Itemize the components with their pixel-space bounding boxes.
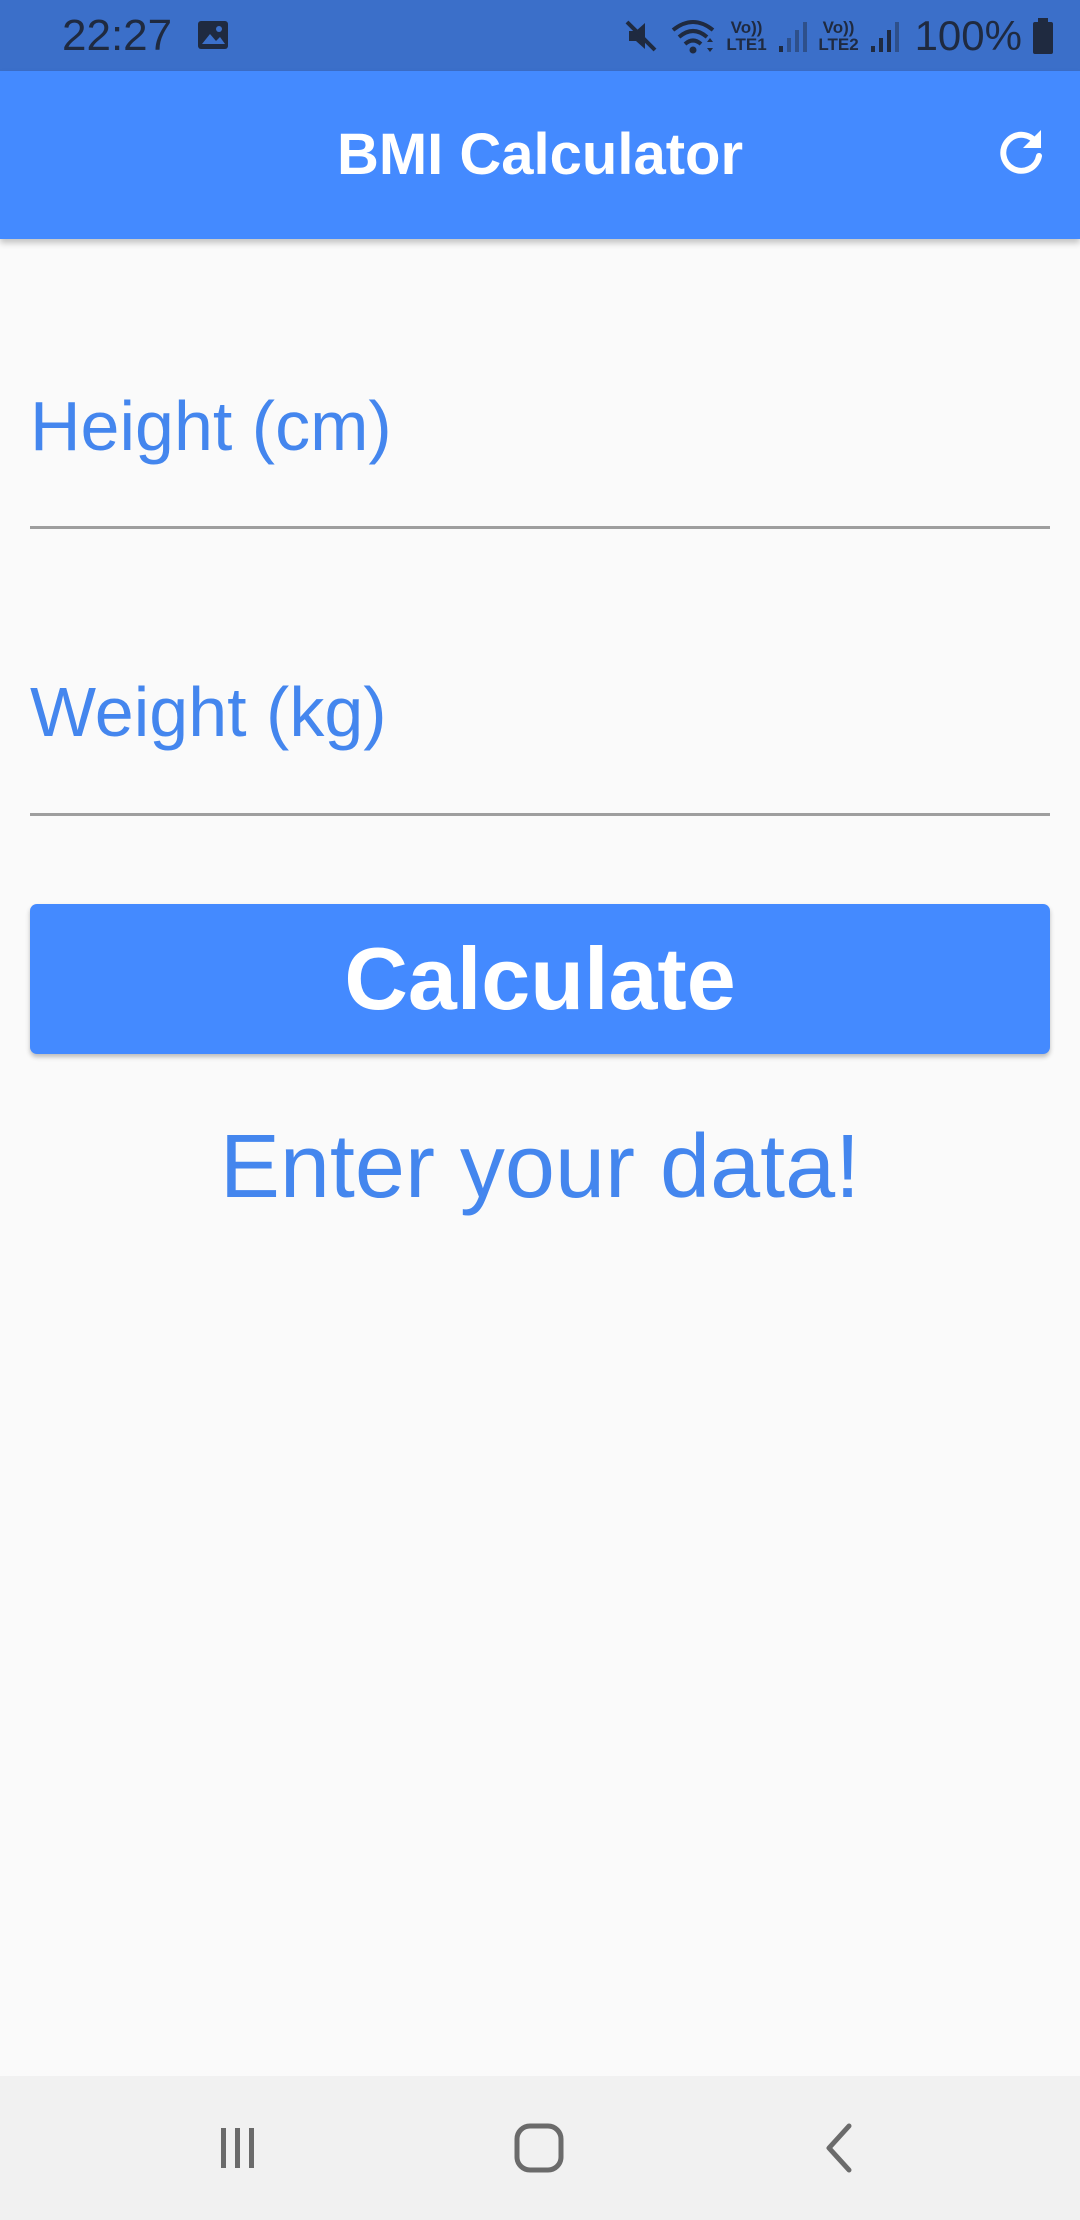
height-field [30, 364, 1050, 529]
sim1-indicator: Vo)) LTE1 [726, 18, 767, 54]
weight-field [30, 650, 1050, 816]
status-time: 22:27 [62, 11, 173, 60]
back-icon [826, 2123, 852, 2173]
wifi-icon [671, 20, 714, 54]
page-title: BMI Calculator [336, 122, 744, 187]
calculate-button[interactable]: Calculate [30, 904, 1050, 1054]
status-icons: Vo)) LTE1 Vo)) LTE2 100% [621, 10, 1056, 62]
refresh-button[interactable] [986, 117, 1056, 187]
result-text: Enter your data! [219, 1117, 861, 1217]
weight-input[interactable] [30, 662, 1050, 762]
gallery-icon [198, 21, 228, 49]
screen: 22:27 Vo)) LTE1 Vo)) LTE2 100% BMI Calcu… [0, 0, 1080, 2220]
recent-apps-button[interactable] [187, 2098, 287, 2198]
battery-percent: 100% [914, 12, 1022, 59]
back-button[interactable] [791, 2098, 891, 2198]
signal-icon [778, 22, 807, 52]
mute-icon [625, 20, 656, 52]
signal-icon [870, 22, 899, 52]
refresh-icon [1000, 130, 1042, 174]
home-icon [514, 2123, 564, 2173]
height-input[interactable] [30, 376, 1050, 476]
status-bar: 22:27 Vo)) LTE1 Vo)) LTE2 100% [0, 0, 1080, 71]
nav-bar [0, 2076, 1080, 2220]
app-bar: BMI Calculator [0, 71, 1080, 239]
recent-apps-icon [221, 2128, 254, 2168]
sim2-indicator: Vo)) LTE2 [818, 18, 859, 54]
battery-icon [1033, 18, 1053, 54]
home-button[interactable] [489, 2098, 589, 2198]
